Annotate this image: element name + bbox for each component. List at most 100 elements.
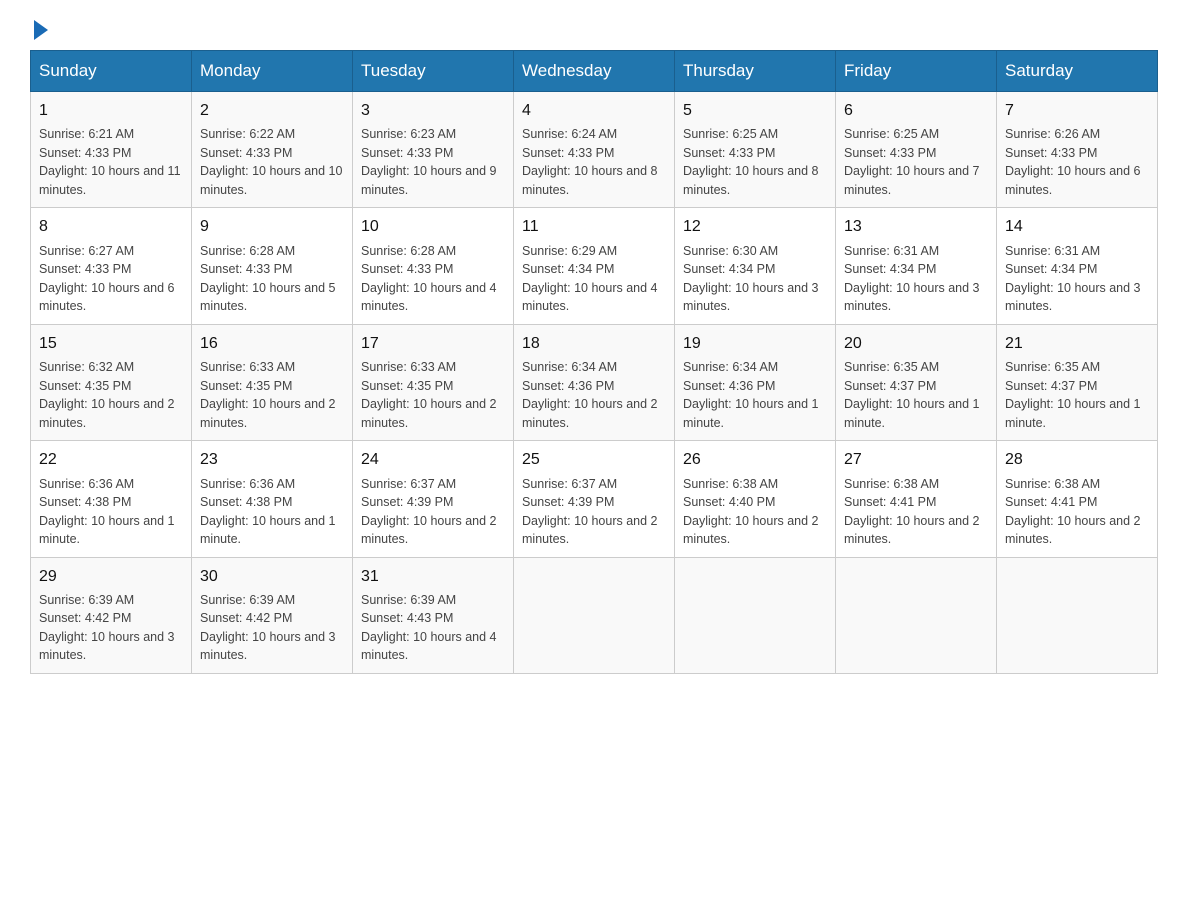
- day-number: 31: [361, 566, 505, 588]
- day-info: Sunrise: 6:38 AMSunset: 4:41 PMDaylight:…: [844, 477, 980, 547]
- calendar-cell: 18 Sunrise: 6:34 AMSunset: 4:36 PMDaylig…: [514, 324, 675, 440]
- day-number: 17: [361, 333, 505, 355]
- calendar-cell: 6 Sunrise: 6:25 AMSunset: 4:33 PMDayligh…: [836, 92, 997, 208]
- calendar-cell: 12 Sunrise: 6:30 AMSunset: 4:34 PMDaylig…: [675, 208, 836, 324]
- logo-blue-text: [30, 20, 48, 40]
- day-number: 4: [522, 100, 666, 122]
- day-info: Sunrise: 6:31 AMSunset: 4:34 PMDaylight:…: [1005, 244, 1141, 314]
- day-info: Sunrise: 6:36 AMSunset: 4:38 PMDaylight:…: [200, 477, 336, 547]
- day-number: 12: [683, 216, 827, 238]
- calendar-cell: 11 Sunrise: 6:29 AMSunset: 4:34 PMDaylig…: [514, 208, 675, 324]
- calendar-cell: [514, 557, 675, 673]
- calendar-week-row: 15 Sunrise: 6:32 AMSunset: 4:35 PMDaylig…: [31, 324, 1158, 440]
- calendar-cell: 3 Sunrise: 6:23 AMSunset: 4:33 PMDayligh…: [353, 92, 514, 208]
- calendar-cell: 10 Sunrise: 6:28 AMSunset: 4:33 PMDaylig…: [353, 208, 514, 324]
- day-number: 7: [1005, 100, 1149, 122]
- header: [30, 20, 1158, 40]
- day-info: Sunrise: 6:37 AMSunset: 4:39 PMDaylight:…: [361, 477, 497, 547]
- calendar-cell: 23 Sunrise: 6:36 AMSunset: 4:38 PMDaylig…: [192, 441, 353, 557]
- calendar-cell: 20 Sunrise: 6:35 AMSunset: 4:37 PMDaylig…: [836, 324, 997, 440]
- calendar-cell: 15 Sunrise: 6:32 AMSunset: 4:35 PMDaylig…: [31, 324, 192, 440]
- day-info: Sunrise: 6:39 AMSunset: 4:43 PMDaylight:…: [361, 593, 497, 663]
- calendar-week-row: 8 Sunrise: 6:27 AMSunset: 4:33 PMDayligh…: [31, 208, 1158, 324]
- day-number: 11: [522, 216, 666, 238]
- logo-triangle-icon: [34, 20, 48, 40]
- column-header-tuesday: Tuesday: [353, 51, 514, 92]
- calendar-cell: 4 Sunrise: 6:24 AMSunset: 4:33 PMDayligh…: [514, 92, 675, 208]
- day-number: 16: [200, 333, 344, 355]
- day-info: Sunrise: 6:39 AMSunset: 4:42 PMDaylight:…: [39, 593, 175, 663]
- column-header-friday: Friday: [836, 51, 997, 92]
- calendar-cell: 22 Sunrise: 6:36 AMSunset: 4:38 PMDaylig…: [31, 441, 192, 557]
- day-info: Sunrise: 6:25 AMSunset: 4:33 PMDaylight:…: [683, 127, 819, 197]
- calendar-cell: [997, 557, 1158, 673]
- day-number: 3: [361, 100, 505, 122]
- calendar-cell: 25 Sunrise: 6:37 AMSunset: 4:39 PMDaylig…: [514, 441, 675, 557]
- day-info: Sunrise: 6:33 AMSunset: 4:35 PMDaylight:…: [361, 360, 497, 430]
- calendar-table: SundayMondayTuesdayWednesdayThursdayFrid…: [30, 50, 1158, 674]
- logo: [30, 20, 48, 40]
- day-info: Sunrise: 6:34 AMSunset: 4:36 PMDaylight:…: [522, 360, 658, 430]
- calendar-week-row: 1 Sunrise: 6:21 AMSunset: 4:33 PMDayligh…: [31, 92, 1158, 208]
- calendar-cell: 8 Sunrise: 6:27 AMSunset: 4:33 PMDayligh…: [31, 208, 192, 324]
- column-header-sunday: Sunday: [31, 51, 192, 92]
- day-number: 10: [361, 216, 505, 238]
- day-number: 25: [522, 449, 666, 471]
- day-info: Sunrise: 6:39 AMSunset: 4:42 PMDaylight:…: [200, 593, 336, 663]
- day-info: Sunrise: 6:30 AMSunset: 4:34 PMDaylight:…: [683, 244, 819, 314]
- day-info: Sunrise: 6:33 AMSunset: 4:35 PMDaylight:…: [200, 360, 336, 430]
- day-info: Sunrise: 6:34 AMSunset: 4:36 PMDaylight:…: [683, 360, 819, 430]
- calendar-cell: 9 Sunrise: 6:28 AMSunset: 4:33 PMDayligh…: [192, 208, 353, 324]
- day-info: Sunrise: 6:28 AMSunset: 4:33 PMDaylight:…: [361, 244, 497, 314]
- calendar-cell: 26 Sunrise: 6:38 AMSunset: 4:40 PMDaylig…: [675, 441, 836, 557]
- calendar-cell: 19 Sunrise: 6:34 AMSunset: 4:36 PMDaylig…: [675, 324, 836, 440]
- calendar-cell: 27 Sunrise: 6:38 AMSunset: 4:41 PMDaylig…: [836, 441, 997, 557]
- day-number: 20: [844, 333, 988, 355]
- day-number: 18: [522, 333, 666, 355]
- day-number: 23: [200, 449, 344, 471]
- calendar-cell: 14 Sunrise: 6:31 AMSunset: 4:34 PMDaylig…: [997, 208, 1158, 324]
- calendar-week-row: 29 Sunrise: 6:39 AMSunset: 4:42 PMDaylig…: [31, 557, 1158, 673]
- calendar-cell: [675, 557, 836, 673]
- day-number: 30: [200, 566, 344, 588]
- day-number: 26: [683, 449, 827, 471]
- day-number: 5: [683, 100, 827, 122]
- calendar-cell: 24 Sunrise: 6:37 AMSunset: 4:39 PMDaylig…: [353, 441, 514, 557]
- day-number: 8: [39, 216, 183, 238]
- day-number: 9: [200, 216, 344, 238]
- day-info: Sunrise: 6:23 AMSunset: 4:33 PMDaylight:…: [361, 127, 497, 197]
- calendar-week-row: 22 Sunrise: 6:36 AMSunset: 4:38 PMDaylig…: [31, 441, 1158, 557]
- day-number: 24: [361, 449, 505, 471]
- calendar-cell: 30 Sunrise: 6:39 AMSunset: 4:42 PMDaylig…: [192, 557, 353, 673]
- day-info: Sunrise: 6:31 AMSunset: 4:34 PMDaylight:…: [844, 244, 980, 314]
- calendar-cell: 17 Sunrise: 6:33 AMSunset: 4:35 PMDaylig…: [353, 324, 514, 440]
- day-number: 29: [39, 566, 183, 588]
- day-number: 2: [200, 100, 344, 122]
- calendar-cell: 2 Sunrise: 6:22 AMSunset: 4:33 PMDayligh…: [192, 92, 353, 208]
- day-info: Sunrise: 6:32 AMSunset: 4:35 PMDaylight:…: [39, 360, 175, 430]
- calendar-cell: 5 Sunrise: 6:25 AMSunset: 4:33 PMDayligh…: [675, 92, 836, 208]
- calendar-cell: 7 Sunrise: 6:26 AMSunset: 4:33 PMDayligh…: [997, 92, 1158, 208]
- day-info: Sunrise: 6:28 AMSunset: 4:33 PMDaylight:…: [200, 244, 336, 314]
- day-info: Sunrise: 6:24 AMSunset: 4:33 PMDaylight:…: [522, 127, 658, 197]
- column-header-saturday: Saturday: [997, 51, 1158, 92]
- day-number: 15: [39, 333, 183, 355]
- column-header-thursday: Thursday: [675, 51, 836, 92]
- column-header-monday: Monday: [192, 51, 353, 92]
- calendar-cell: 16 Sunrise: 6:33 AMSunset: 4:35 PMDaylig…: [192, 324, 353, 440]
- day-info: Sunrise: 6:38 AMSunset: 4:40 PMDaylight:…: [683, 477, 819, 547]
- column-header-wednesday: Wednesday: [514, 51, 675, 92]
- day-info: Sunrise: 6:38 AMSunset: 4:41 PMDaylight:…: [1005, 477, 1141, 547]
- day-number: 27: [844, 449, 988, 471]
- calendar-cell: 1 Sunrise: 6:21 AMSunset: 4:33 PMDayligh…: [31, 92, 192, 208]
- day-number: 22: [39, 449, 183, 471]
- calendar-cell: 13 Sunrise: 6:31 AMSunset: 4:34 PMDaylig…: [836, 208, 997, 324]
- calendar-cell: 29 Sunrise: 6:39 AMSunset: 4:42 PMDaylig…: [31, 557, 192, 673]
- day-info: Sunrise: 6:29 AMSunset: 4:34 PMDaylight:…: [522, 244, 658, 314]
- calendar-cell: 21 Sunrise: 6:35 AMSunset: 4:37 PMDaylig…: [997, 324, 1158, 440]
- calendar-cell: [836, 557, 997, 673]
- day-number: 19: [683, 333, 827, 355]
- day-info: Sunrise: 6:27 AMSunset: 4:33 PMDaylight:…: [39, 244, 175, 314]
- day-info: Sunrise: 6:37 AMSunset: 4:39 PMDaylight:…: [522, 477, 658, 547]
- calendar-cell: 31 Sunrise: 6:39 AMSunset: 4:43 PMDaylig…: [353, 557, 514, 673]
